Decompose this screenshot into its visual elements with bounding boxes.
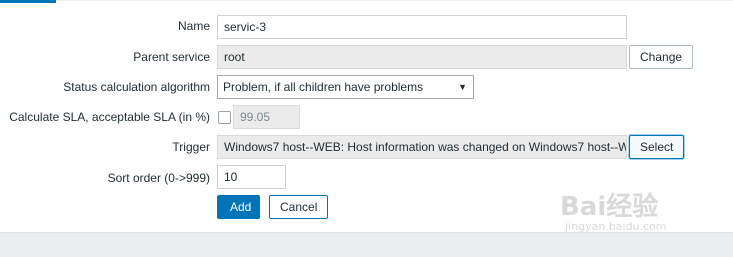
- sort-order-label: Sort order (0->999): [107, 171, 210, 185]
- active-tab-indicator: [0, 0, 56, 3]
- parent-service-field: root: [217, 45, 627, 69]
- sla-input[interactable]: [233, 105, 300, 129]
- footer-band: [0, 232, 733, 257]
- select-trigger-button[interactable]: Select: [629, 135, 684, 159]
- sort-order-input[interactable]: [217, 165, 286, 189]
- status-algorithm-selected: Problem, if all children have problems: [223, 80, 424, 94]
- add-button[interactable]: Add: [217, 195, 260, 219]
- cancel-button[interactable]: Cancel: [269, 195, 328, 219]
- trigger-field: Windows7 host--WEB: Host information was…: [217, 135, 627, 159]
- status-algorithm-select[interactable]: Problem, if all children have problems ▼: [217, 75, 474, 99]
- change-parent-button[interactable]: Change: [629, 45, 693, 69]
- parent-service-label: Parent service: [133, 50, 210, 64]
- header-divider: [56, 0, 733, 1]
- sla-label: Calculate SLA, acceptable SLA (in %): [9, 110, 210, 124]
- name-input[interactable]: [217, 15, 627, 39]
- sla-checkbox[interactable]: [218, 111, 231, 124]
- baidu-watermark-logo: Bai经验: [560, 192, 659, 222]
- name-label: Name: [177, 19, 210, 33]
- trigger-label: Trigger: [172, 140, 210, 154]
- status-algorithm-label: Status calculation algorithm: [63, 80, 210, 94]
- dropdown-arrow-icon: ▼: [458, 82, 467, 92]
